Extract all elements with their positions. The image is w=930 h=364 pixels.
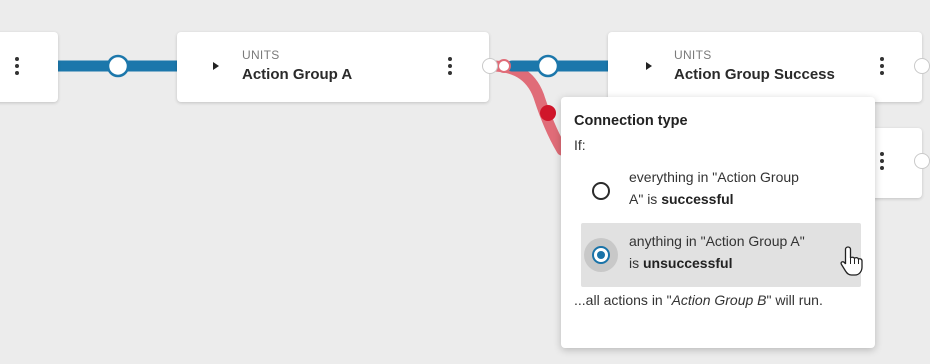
radio-button[interactable] bbox=[592, 182, 610, 200]
popup-if-label: If: bbox=[574, 137, 586, 153]
node-caption: UNITS bbox=[242, 48, 280, 62]
kebab-icon[interactable] bbox=[14, 57, 20, 77]
option-line2-prefix: is bbox=[629, 255, 643, 271]
connection-type-popup: Connection type If: everything in "Actio… bbox=[561, 97, 875, 348]
connection-handle[interactable] bbox=[106, 54, 130, 78]
option-label: everything in "Action Group A" is succes… bbox=[629, 166, 799, 210]
kebab-icon[interactable] bbox=[879, 152, 885, 172]
left-action-node[interactable] bbox=[0, 32, 58, 102]
action-group-success-node[interactable]: UNITS Action Group Success bbox=[608, 32, 922, 102]
popup-title: Connection type bbox=[574, 113, 688, 129]
option-any-unsuccessful[interactable]: anything in "Action Group A" is unsucces… bbox=[581, 223, 863, 287]
caret-right-icon[interactable] bbox=[213, 62, 219, 70]
popup-footer-text: ...all actions in "Action Group B" will … bbox=[574, 289, 864, 311]
option-line1: anything in "Action Group A" bbox=[629, 233, 805, 249]
footer-suffix: " will run. bbox=[766, 292, 823, 308]
failure-connection-dot[interactable] bbox=[540, 105, 556, 121]
option-line2-bold: unsuccessful bbox=[643, 255, 733, 271]
action-group-a-node[interactable]: UNITS Action Group A bbox=[177, 32, 489, 102]
footer-italic: Action Group B bbox=[671, 292, 767, 308]
option-line2-prefix: A" is bbox=[629, 191, 662, 207]
option-line2-bold: successful bbox=[661, 191, 734, 207]
kebab-icon[interactable] bbox=[447, 57, 453, 77]
kebab-icon[interactable] bbox=[879, 57, 885, 77]
node-title: Action Group Success bbox=[674, 66, 835, 83]
output-port[interactable] bbox=[482, 58, 498, 74]
output-port[interactable] bbox=[914, 153, 930, 169]
hand-pointer-icon bbox=[840, 246, 863, 276]
node-caption: UNITS bbox=[674, 48, 712, 62]
connection-handle-2[interactable] bbox=[536, 54, 560, 78]
radio-button-selected[interactable] bbox=[592, 246, 610, 264]
footer-prefix: ...all actions in " bbox=[574, 292, 672, 308]
connection-origin-dot[interactable] bbox=[497, 59, 511, 73]
workflow-canvas[interactable]: UNITS Action Group A UNITS Action Group … bbox=[0, 0, 930, 364]
caret-right-icon[interactable] bbox=[646, 62, 652, 70]
node-title: Action Group A bbox=[242, 66, 353, 83]
option-line1: everything in "Action Group bbox=[629, 169, 799, 185]
option-label: anything in "Action Group A" is unsucces… bbox=[629, 230, 805, 274]
option-all-successful[interactable]: everything in "Action Group A" is succes… bbox=[581, 159, 861, 223]
output-port[interactable] bbox=[914, 58, 930, 74]
